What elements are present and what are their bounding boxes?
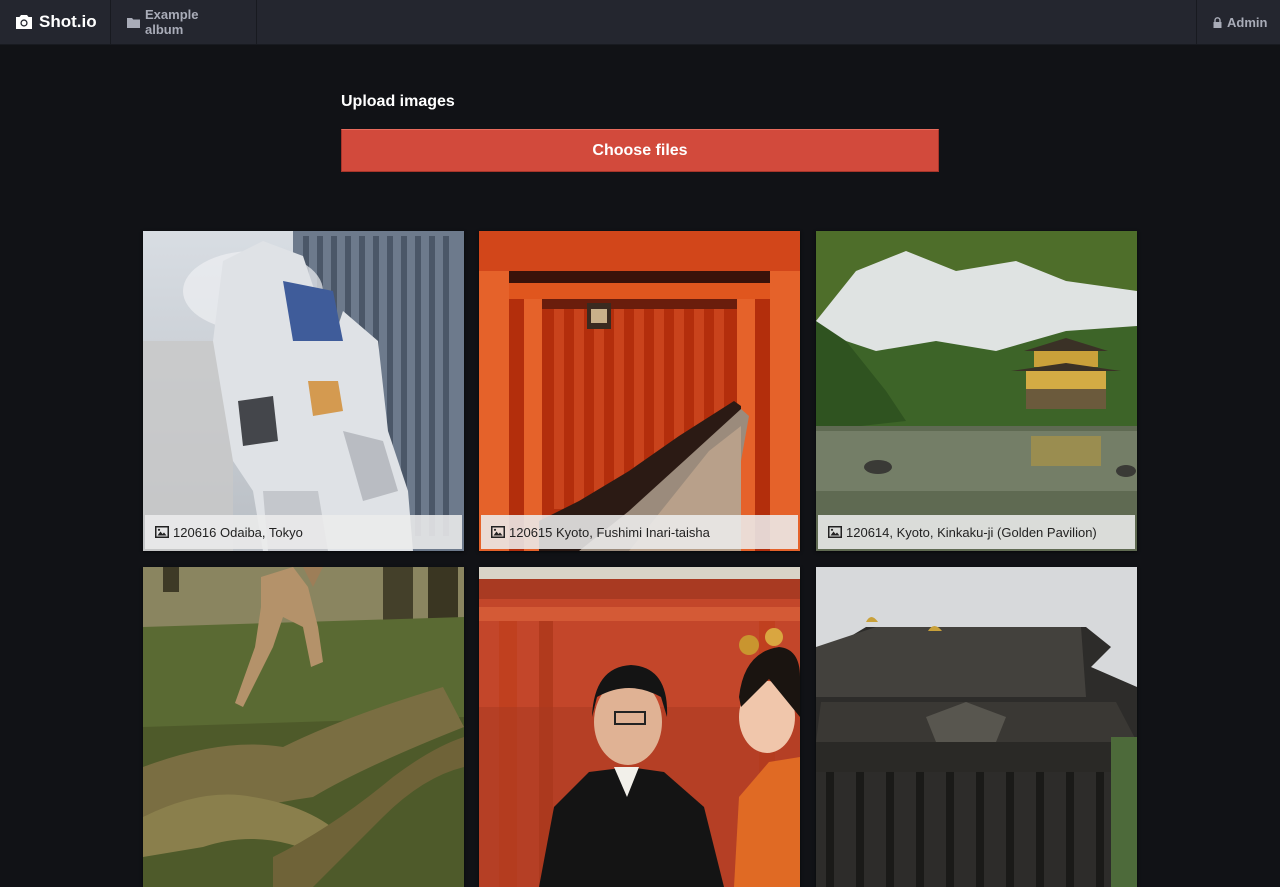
caption-text: 120614, Kyoto, Kinkaku-ji (Golden Pavili… [846, 524, 1097, 540]
photo-tile-odaiba[interactable]: 120616 Odaiba, Tokyo [143, 231, 464, 551]
upload-title: Upload images [341, 93, 455, 110]
photo-tile-deer[interactable] [143, 567, 464, 887]
top-navbar: Shot.io Example album Admin [0, 0, 1280, 45]
image-icon [491, 526, 505, 538]
caption-text: 120616 Odaiba, Tokyo [173, 524, 303, 540]
photo-fushimi-inari [479, 231, 800, 551]
photo-temple-hall [816, 567, 1137, 887]
image-icon [828, 526, 842, 538]
brand-link[interactable]: Shot.io [0, 0, 111, 44]
admin-label: Admin [1227, 14, 1268, 30]
photo-tile-fushimi[interactable]: 120615 Kyoto, Fushimi Inari-taisha [479, 231, 800, 551]
brand-label: Shot.io [39, 12, 97, 31]
photo-tile-wedding[interactable] [479, 567, 800, 887]
lock-icon [1213, 16, 1222, 28]
photo-deer-forest [143, 567, 464, 887]
photo-kinkakuji [816, 231, 1137, 551]
admin-link[interactable]: Admin [1196, 0, 1280, 44]
nav-item-example-album[interactable]: Example album [111, 0, 257, 44]
choose-files-button[interactable]: Choose files [341, 129, 939, 172]
photo-wedding-couple [479, 567, 800, 887]
photo-caption: 120614, Kyoto, Kinkaku-ji (Golden Pavili… [818, 515, 1135, 549]
upload-section: Upload images Choose files [341, 92, 939, 172]
photo-tile-kinkakuji[interactable]: 120614, Kyoto, Kinkaku-ji (Golden Pavili… [816, 231, 1137, 551]
caption-text: 120615 Kyoto, Fushimi Inari-taisha [509, 524, 710, 540]
photo-caption: 120616 Odaiba, Tokyo [145, 515, 462, 549]
folder-icon [127, 17, 140, 28]
photo-odaiba-robot [143, 231, 464, 551]
nav-item-label: Example album [145, 7, 199, 37]
photo-caption: 120615 Kyoto, Fushimi Inari-taisha [481, 515, 798, 549]
camera-icon [15, 14, 33, 30]
image-icon [155, 526, 169, 538]
photo-tile-temple[interactable] [816, 567, 1137, 887]
navbar-spacer [257, 0, 1196, 44]
